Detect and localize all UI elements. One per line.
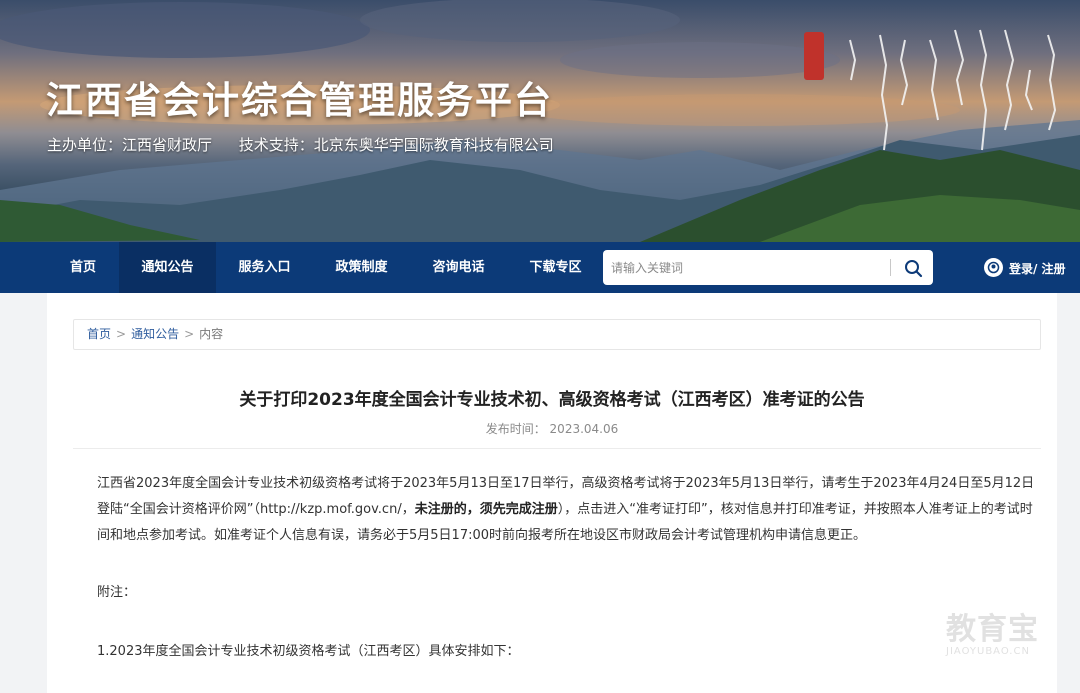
title-divider bbox=[73, 448, 1041, 449]
site-subtitle: 主办单位：江西省财政厅 技术支持：北京东奥华宇国际教育科技有限公司 bbox=[47, 134, 576, 155]
red-seal-stamp bbox=[804, 32, 824, 80]
breadcrumb: 首页 > 通知公告 > 内容 bbox=[73, 319, 1041, 350]
breadcrumb-sep: > bbox=[184, 327, 195, 341]
watermark-logo: 教育宝 JIAOYUBAO.CN bbox=[946, 604, 1039, 657]
watermark-en: JIAOYUBAO.CN bbox=[946, 646, 1030, 657]
search-input[interactable] bbox=[611, 250, 887, 285]
breadcrumb-sep: > bbox=[116, 327, 127, 341]
search-box bbox=[603, 250, 933, 285]
nav-item-service-entry[interactable]: 服务入口 bbox=[216, 242, 313, 293]
nav-item-downloads[interactable]: 下载专区 bbox=[507, 242, 604, 293]
breadcrumb-current: 内容 bbox=[199, 327, 224, 341]
breadcrumb-home[interactable]: 首页 bbox=[87, 327, 111, 341]
tech-support: 技术支持：北京东奥华宇国际教育科技有限公司 bbox=[238, 136, 554, 154]
host-unit: 主办单位：江西省财政厅 bbox=[47, 136, 213, 154]
paragraph-bold-notice: 未注册的，须先完成注册 bbox=[414, 502, 558, 517]
nav-item-home[interactable]: 首页 bbox=[47, 242, 119, 293]
login-label: 登录/ 注册 bbox=[1009, 262, 1066, 276]
user-icon bbox=[984, 258, 1003, 277]
site-title: 江西省会计综合管理服务平台 bbox=[46, 79, 553, 122]
article-title: 关于打印2023年度全国会计专业技术初、高级资格考试（江西考区）准考证的公告 bbox=[239, 390, 865, 410]
note-label: 附注： bbox=[97, 585, 137, 600]
article-paragraph: 江西省2023年度全国会计专业技术初级资格考试将于2023年5月13日至17日举… bbox=[97, 471, 1041, 549]
search-icon bbox=[905, 260, 923, 278]
search-divider bbox=[890, 259, 891, 276]
content-card: 首页 > 通知公告 > 内容 关于打印2023年度全国会计专业技术初、高级资格考试（江西… bbox=[47, 293, 1057, 693]
watermark-cn: 教育宝 bbox=[946, 612, 1039, 647]
search-button[interactable] bbox=[900, 256, 926, 280]
header-banner: 江西省会计综合管理服务平台 主办单位：江西省财政厅 技术支持：北京东奥华宇国际教… bbox=[0, 0, 1080, 242]
nav-item-policy[interactable]: 政策制度 bbox=[313, 242, 410, 293]
breadcrumb-notices[interactable]: 通知公告 bbox=[131, 327, 179, 341]
list-item: 1.2023年度全国会计专业技术初级资格考试（江西考区）具体安排如下： bbox=[97, 644, 520, 659]
nav-item-notices[interactable]: 通知公告 bbox=[119, 242, 216, 293]
nav-item-hotline[interactable]: 咨询电话 bbox=[410, 242, 507, 293]
publish-date: 发布时间： 2023.04.06 bbox=[485, 422, 619, 436]
main-nav: 首页 通知公告 服务入口 政策制度 咨询电话 下载专区 登录/ 注册 bbox=[0, 242, 1080, 293]
